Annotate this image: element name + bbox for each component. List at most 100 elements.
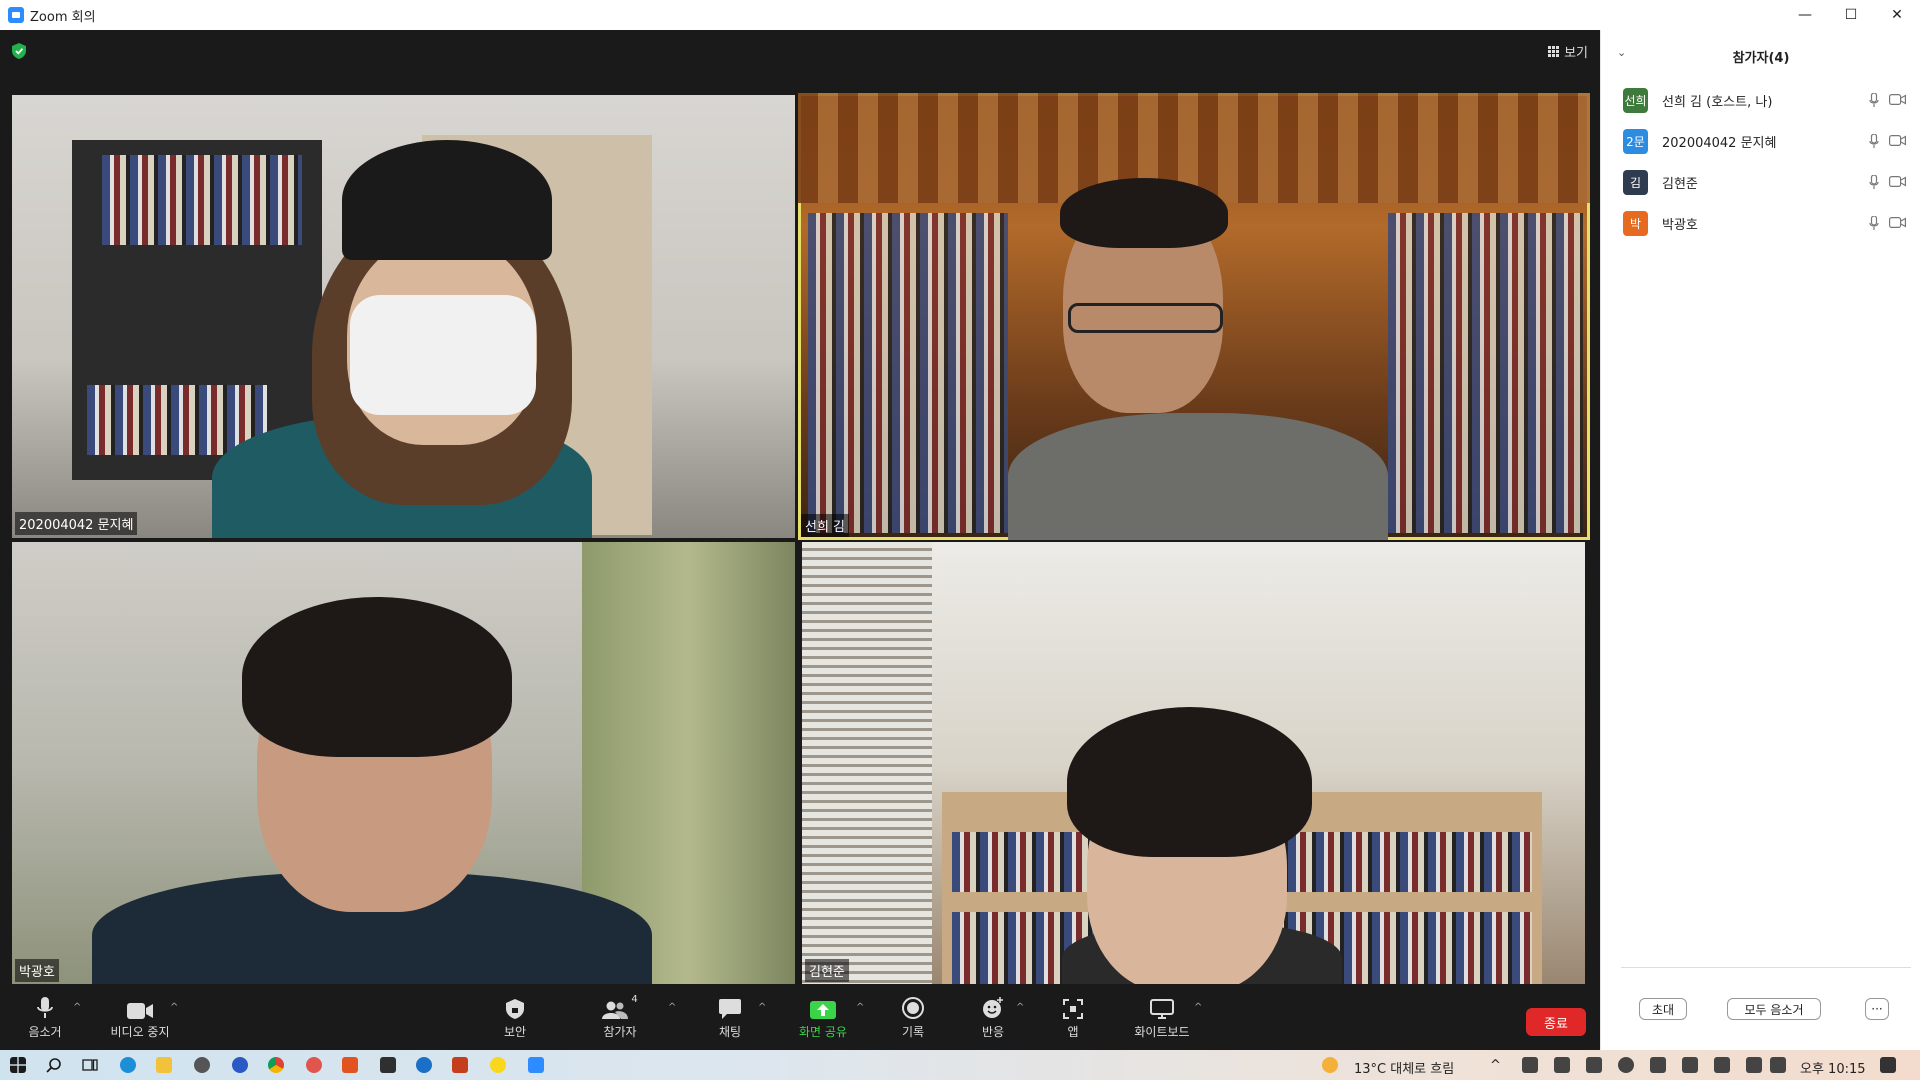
search-icon[interactable] <box>46 1057 62 1073</box>
video-tile[interactable]: 박광호 <box>12 542 795 985</box>
books <box>102 155 302 245</box>
clock-text[interactable]: 오후 10:15 <box>1800 1058 1866 1077</box>
panel-divider <box>1621 967 1911 968</box>
video-tile[interactable]: 김현준 <box>802 542 1585 985</box>
apps-button[interactable]: 앱 <box>1058 984 1088 1050</box>
zoom-taskbar-icon[interactable] <box>528 1057 544 1073</box>
tray-icon[interactable] <box>1586 1057 1602 1073</box>
maximize-button[interactable]: ☐ <box>1828 0 1874 30</box>
mic-icon[interactable] <box>1869 175 1879 190</box>
participants-icon <box>602 1001 629 1019</box>
reactions-options-caret[interactable]: ^ <box>1016 1002 1024 1013</box>
security-button[interactable]: 보안 <box>495 984 535 1050</box>
edge-browser-icon[interactable] <box>120 1057 136 1073</box>
share-screen-label: 화면 공유 <box>799 1024 847 1039</box>
end-meeting-button[interactable]: 종료 <box>1526 1008 1586 1036</box>
participants-list: 선희 선희 김 (호스트, 나) 2문 202004042 문지혜 김 김현준 … <box>1601 80 1920 244</box>
participant-row[interactable]: 2문 202004042 문지혜 <box>1601 121 1920 162</box>
participants-options-caret[interactable]: ^ <box>668 1002 676 1013</box>
encryption-shield-icon[interactable] <box>12 43 26 59</box>
app-icon[interactable] <box>342 1057 358 1073</box>
record-button[interactable]: 기록 <box>895 984 931 1050</box>
close-button[interactable]: ✕ <box>1874 0 1920 30</box>
participant-row[interactable]: 박 박광호 <box>1601 203 1920 244</box>
app-icon[interactable] <box>306 1057 322 1073</box>
share-options-caret[interactable]: ^ <box>856 1002 864 1013</box>
task-view-icon[interactable] <box>82 1057 98 1073</box>
chat-options-caret[interactable]: ^ <box>758 1002 766 1013</box>
camera-icon[interactable] <box>1889 135 1906 146</box>
bookshelf-left <box>808 213 1008 533</box>
video-camera-icon <box>127 1002 153 1019</box>
microphone-icon <box>37 996 53 1018</box>
file-explorer-icon[interactable] <box>156 1057 172 1073</box>
participant-row[interactable]: 선희 선희 김 (호스트, 나) <box>1601 80 1920 121</box>
video-gallery: 보기 202004042 문지혜 선희 김 박광호 김현준 <box>0 30 1600 985</box>
tile-name-label: 박광호 <box>15 959 59 982</box>
tray-icon[interactable] <box>1554 1057 1570 1073</box>
smiley-icon <box>983 996 1003 1018</box>
stop-video-button[interactable]: 비디오 중지 <box>100 984 180 1050</box>
app-icon[interactable] <box>232 1057 248 1073</box>
apps-label: 앱 <box>1067 1024 1079 1039</box>
chat-bubble-icon <box>719 998 741 1019</box>
mic-icon[interactable] <box>1869 93 1879 108</box>
ime-icon[interactable] <box>1746 1057 1762 1073</box>
settings-gear-icon[interactable] <box>194 1057 210 1073</box>
invite-button[interactable]: 초대 <box>1639 998 1687 1020</box>
view-button[interactable]: 보기 <box>1548 42 1588 61</box>
participants-count: 4 <box>631 993 638 1005</box>
chrome-icon[interactable] <box>268 1057 284 1073</box>
camera-icon[interactable] <box>1889 176 1906 187</box>
app-icon[interactable] <box>416 1057 432 1073</box>
app-icon[interactable] <box>380 1057 396 1073</box>
participant-name: 선희 김 (호스트, 나) <box>1662 95 1773 110</box>
window-blinds <box>802 542 932 985</box>
tray-icon[interactable] <box>1770 1057 1786 1073</box>
powerpoint-icon[interactable] <box>452 1057 468 1073</box>
pen-icon[interactable] <box>1714 1057 1730 1073</box>
participant-name: 202004042 문지혜 <box>1662 136 1777 151</box>
active-speaker-video-tile[interactable]: 선희 김 <box>798 93 1590 540</box>
mic-icon[interactable] <box>1869 216 1879 231</box>
volume-icon[interactable] <box>1682 1057 1698 1073</box>
camera-icon[interactable] <box>1889 94 1906 105</box>
whiteboard-button[interactable]: 화이트보드 <box>1130 984 1194 1050</box>
microphone-tray-icon[interactable] <box>1618 1057 1634 1073</box>
weather-text[interactable]: 13°C 대체로 흐림 <box>1354 1058 1454 1077</box>
minimize-button[interactable]: — <box>1782 0 1828 30</box>
tile-name-label: 김현준 <box>805 959 849 982</box>
windows-start-icon[interactable] <box>10 1057 26 1073</box>
participants-button[interactable]: 4 참가자 <box>595 984 645 1050</box>
person-hair <box>1067 707 1312 857</box>
audio-options-caret[interactable]: ^ <box>73 1002 81 1013</box>
meeting-toolbar: 음소거 ^ 비디오 중지 ^ 보안 4 참가자 ^ 채팅 ^ 화면 공유 ^ 기… <box>0 984 1600 1050</box>
mute-all-button[interactable]: 모두 음소거 <box>1727 998 1821 1020</box>
person-hair <box>242 597 512 757</box>
participant-name: 김현준 <box>1662 177 1698 192</box>
mute-button[interactable]: 음소거 <box>20 984 70 1050</box>
reactions-button[interactable]: 반응 <box>975 984 1011 1050</box>
panel-actions: 초대 모두 음소거 ··· <box>1601 998 1920 1038</box>
mic-icon[interactable] <box>1869 134 1879 149</box>
whiteboard-options-caret[interactable]: ^ <box>1194 1002 1202 1013</box>
network-icon[interactable] <box>1650 1057 1666 1073</box>
windows-taskbar: 13°C 대체로 흐림 ^ 오후 10:15 <box>0 1050 1920 1080</box>
participant-row[interactable]: 김 김현준 <box>1601 162 1920 203</box>
chat-button[interactable]: 채팅 <box>710 984 750 1050</box>
security-label: 보안 <box>503 1024 527 1039</box>
video-tile[interactable]: 202004042 문지혜 <box>12 95 795 538</box>
share-screen-button[interactable]: 화면 공유 <box>793 984 853 1050</box>
camera-icon[interactable] <box>1889 217 1906 228</box>
kakaotalk-icon[interactable] <box>490 1057 506 1073</box>
notifications-icon[interactable] <box>1880 1057 1896 1073</box>
window-title: Zoom 회의 <box>30 9 96 25</box>
tray-chevron-icon[interactable]: ^ <box>1490 1058 1501 1073</box>
video-options-caret[interactable]: ^ <box>170 1002 178 1013</box>
tray-icon[interactable] <box>1522 1057 1538 1073</box>
reactions-label: 반응 <box>981 1024 1005 1039</box>
more-options-button[interactable]: ··· <box>1865 998 1889 1020</box>
stop-video-label: 비디오 중지 <box>110 1024 170 1039</box>
participant-avatar: 김 <box>1623 170 1648 195</box>
person-hair <box>1060 178 1228 248</box>
